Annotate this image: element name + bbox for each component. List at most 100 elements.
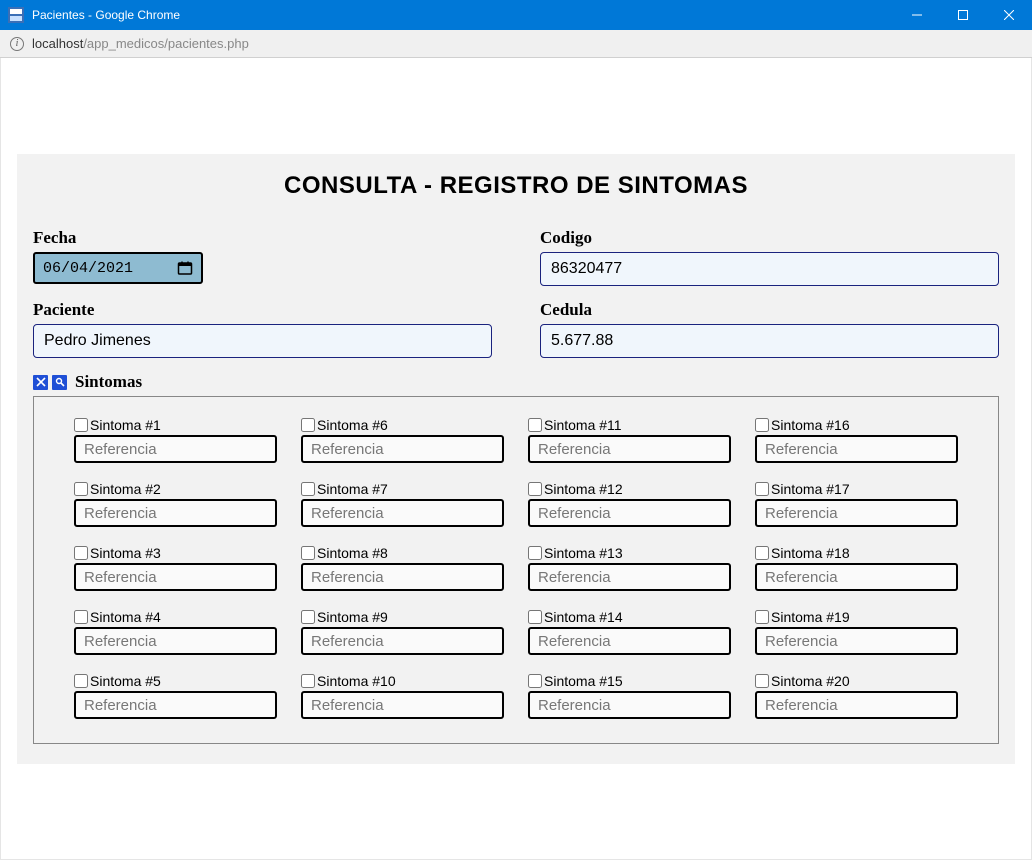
sintoma-checkbox[interactable] (301, 546, 315, 560)
sintoma-item: Sintoma #12 (528, 481, 731, 527)
sintoma-reference-input[interactable] (74, 499, 277, 527)
sintoma-item: Sintoma #5 (74, 673, 277, 719)
sintoma-reference-input[interactable] (74, 563, 277, 591)
sintoma-item: Sintoma #13 (528, 545, 731, 591)
sintoma-reference-input[interactable] (74, 435, 277, 463)
sintoma-checkbox[interactable] (74, 610, 88, 624)
sintoma-checkbox[interactable] (301, 674, 315, 688)
field-cedula: Cedula (540, 300, 999, 358)
sintoma-checkbox[interactable] (74, 674, 88, 688)
cedula-input[interactable] (540, 324, 999, 358)
sintoma-check-row[interactable]: Sintoma #17 (755, 481, 958, 497)
sintoma-checkbox[interactable] (301, 482, 315, 496)
sintoma-reference-input[interactable] (528, 691, 731, 719)
paciente-label: Paciente (33, 300, 492, 320)
paciente-input[interactable] (33, 324, 492, 358)
app-icon (8, 7, 24, 23)
sintoma-check-row[interactable]: Sintoma #15 (528, 673, 731, 689)
sintoma-reference-input[interactable] (301, 499, 504, 527)
sintoma-checkbox[interactable] (528, 546, 542, 560)
sintoma-item: Sintoma #18 (755, 545, 958, 591)
close-button[interactable] (986, 0, 1032, 30)
sintoma-check-row[interactable]: Sintoma #1 (74, 417, 277, 433)
form-grid: Fecha 06/04/2021 Codigo (27, 228, 1005, 358)
sintoma-reference-input[interactable] (528, 499, 731, 527)
sintoma-check-row[interactable]: Sintoma #9 (301, 609, 504, 625)
sintoma-checkbox[interactable] (528, 674, 542, 688)
sintoma-reference-input[interactable] (755, 563, 958, 591)
sintoma-reference-input[interactable] (755, 627, 958, 655)
fecha-value: 06/04/2021 (43, 260, 133, 277)
address-bar[interactable]: i localhost/app_medicos/pacientes.php (0, 30, 1032, 58)
sintoma-checkbox[interactable] (74, 482, 88, 496)
sintoma-label: Sintoma #7 (317, 481, 388, 497)
sintoma-reference-input[interactable] (528, 435, 731, 463)
sintoma-reference-input[interactable] (74, 691, 277, 719)
sintoma-reference-input[interactable] (528, 563, 731, 591)
sintoma-label: Sintoma #13 (544, 545, 623, 561)
sintomas-grid: Sintoma #1 Sintoma #6 Sintoma #11 Sintoma #… (74, 417, 958, 719)
sintoma-label: Sintoma #12 (544, 481, 623, 497)
sintoma-reference-input[interactable] (755, 691, 958, 719)
sintoma-label: Sintoma #9 (317, 609, 388, 625)
sintoma-reference-input[interactable] (301, 435, 504, 463)
sintoma-check-row[interactable]: Sintoma #14 (528, 609, 731, 625)
sintoma-reference-input[interactable] (755, 499, 958, 527)
sintoma-check-row[interactable]: Sintoma #7 (301, 481, 504, 497)
sintoma-checkbox[interactable] (528, 610, 542, 624)
sintoma-item: Sintoma #15 (528, 673, 731, 719)
sintoma-label: Sintoma #5 (90, 673, 161, 689)
sintoma-checkbox[interactable] (755, 674, 769, 688)
sintoma-check-row[interactable]: Sintoma #6 (301, 417, 504, 433)
maximize-button[interactable] (940, 0, 986, 30)
sintoma-item: Sintoma #6 (301, 417, 504, 463)
sintoma-checkbox[interactable] (755, 418, 769, 432)
sintoma-checkbox[interactable] (74, 546, 88, 560)
page-title: CONSULTA - REGISTRO DE SINTOMAS (27, 172, 1005, 200)
sintoma-reference-input[interactable] (301, 627, 504, 655)
sintoma-reference-input[interactable] (528, 627, 731, 655)
sintoma-label: Sintoma #14 (544, 609, 623, 625)
close-section-icon[interactable] (33, 375, 48, 390)
sintoma-check-row[interactable]: Sintoma #5 (74, 673, 277, 689)
sintoma-check-row[interactable]: Sintoma #12 (528, 481, 731, 497)
sintoma-check-row[interactable]: Sintoma #20 (755, 673, 958, 689)
sintoma-item: Sintoma #10 (301, 673, 504, 719)
sintoma-reference-input[interactable] (301, 563, 504, 591)
sintoma-reference-input[interactable] (301, 691, 504, 719)
sintoma-label: Sintoma #8 (317, 545, 388, 561)
fecha-input[interactable]: 06/04/2021 (33, 252, 203, 284)
sintoma-label: Sintoma #16 (771, 417, 850, 433)
field-codigo: Codigo (540, 228, 999, 286)
sintoma-checkbox[interactable] (755, 610, 769, 624)
sintoma-reference-input[interactable] (74, 627, 277, 655)
search-section-icon[interactable] (52, 375, 67, 390)
sintoma-checkbox[interactable] (74, 418, 88, 432)
sintoma-check-row[interactable]: Sintoma #18 (755, 545, 958, 561)
sintoma-checkbox[interactable] (755, 546, 769, 560)
sintoma-check-row[interactable]: Sintoma #4 (74, 609, 277, 625)
sintoma-checkbox[interactable] (528, 482, 542, 496)
sintoma-item: Sintoma #20 (755, 673, 958, 719)
fecha-label: Fecha (33, 228, 492, 248)
minimize-button[interactable] (894, 0, 940, 30)
sintoma-label: Sintoma #19 (771, 609, 850, 625)
sintoma-check-row[interactable]: Sintoma #11 (528, 417, 731, 433)
sintoma-check-row[interactable]: Sintoma #16 (755, 417, 958, 433)
site-info-icon[interactable]: i (10, 37, 24, 51)
sintoma-reference-input[interactable] (755, 435, 958, 463)
sintoma-check-row[interactable]: Sintoma #2 (74, 481, 277, 497)
codigo-input[interactable] (540, 252, 999, 286)
calendar-icon[interactable] (177, 260, 193, 276)
sintoma-checkbox[interactable] (301, 610, 315, 624)
sintoma-check-row[interactable]: Sintoma #3 (74, 545, 277, 561)
sintoma-label: Sintoma #10 (317, 673, 396, 689)
browser-viewport: CONSULTA - REGISTRO DE SINTOMAS Fecha 06… (0, 58, 1032, 860)
sintoma-check-row[interactable]: Sintoma #13 (528, 545, 731, 561)
sintoma-check-row[interactable]: Sintoma #19 (755, 609, 958, 625)
sintoma-checkbox[interactable] (755, 482, 769, 496)
sintoma-checkbox[interactable] (528, 418, 542, 432)
sintoma-check-row[interactable]: Sintoma #10 (301, 673, 504, 689)
sintoma-checkbox[interactable] (301, 418, 315, 432)
sintoma-check-row[interactable]: Sintoma #8 (301, 545, 504, 561)
